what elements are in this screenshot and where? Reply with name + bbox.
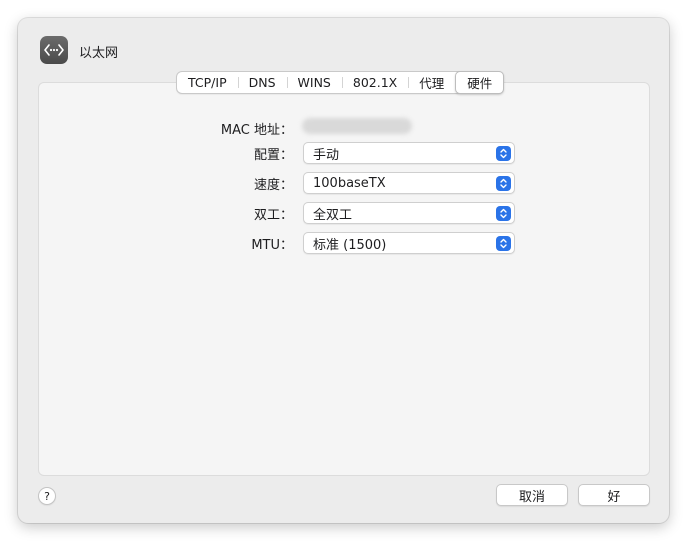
tab-hardware[interactable]: 硬件 <box>455 71 505 94</box>
cancel-button[interactable]: 取消 <box>496 484 568 506</box>
ok-button[interactable]: 好 <box>578 484 650 506</box>
mac-address-value-redacted <box>302 118 412 134</box>
duplex-select[interactable]: 全双工 <box>303 202 515 224</box>
tab-dns[interactable]: DNS <box>237 72 287 93</box>
speed-label: 速度： <box>253 178 293 193</box>
chevron-up-down-icon <box>496 175 511 191</box>
network-arrows-icon <box>40 36 68 64</box>
mtu-label: MTU： <box>251 238 293 253</box>
duplex-label: 双工： <box>253 208 293 223</box>
config-label: 配置： <box>253 148 293 163</box>
tab-wins[interactable]: WINS <box>286 72 342 93</box>
config-select[interactable]: 手动 <box>303 142 515 164</box>
tab-proxy[interactable]: 代理 <box>408 72 455 93</box>
tab-bar: TCP/IP DNS WINS 802.1X 代理 硬件 <box>176 71 505 94</box>
speed-select-value: 100baseTX <box>313 175 386 191</box>
network-settings-window: 以太网 TCP/IP DNS WINS 802.1X 代理 硬件 MAC 地址：… <box>18 18 669 523</box>
mtu-select-value: 标准 (1500) <box>313 237 387 253</box>
window-title: 以太网 <box>79 46 119 61</box>
help-button[interactable]: ? <box>38 487 56 505</box>
chevron-up-down-icon <box>496 205 511 221</box>
mtu-select[interactable]: 标准 (1500) <box>303 232 515 254</box>
duplex-select-value: 全双工 <box>313 207 353 223</box>
chevron-up-down-icon <box>496 145 511 161</box>
speed-select[interactable]: 100baseTX <box>303 172 515 194</box>
mac-address-label: MAC 地址： <box>220 123 293 138</box>
tab-tcpip[interactable]: TCP/IP <box>177 72 238 93</box>
chevron-up-down-icon <box>496 235 511 251</box>
tab-8021x[interactable]: 802.1X <box>341 72 408 93</box>
config-select-value: 手动 <box>313 147 340 163</box>
